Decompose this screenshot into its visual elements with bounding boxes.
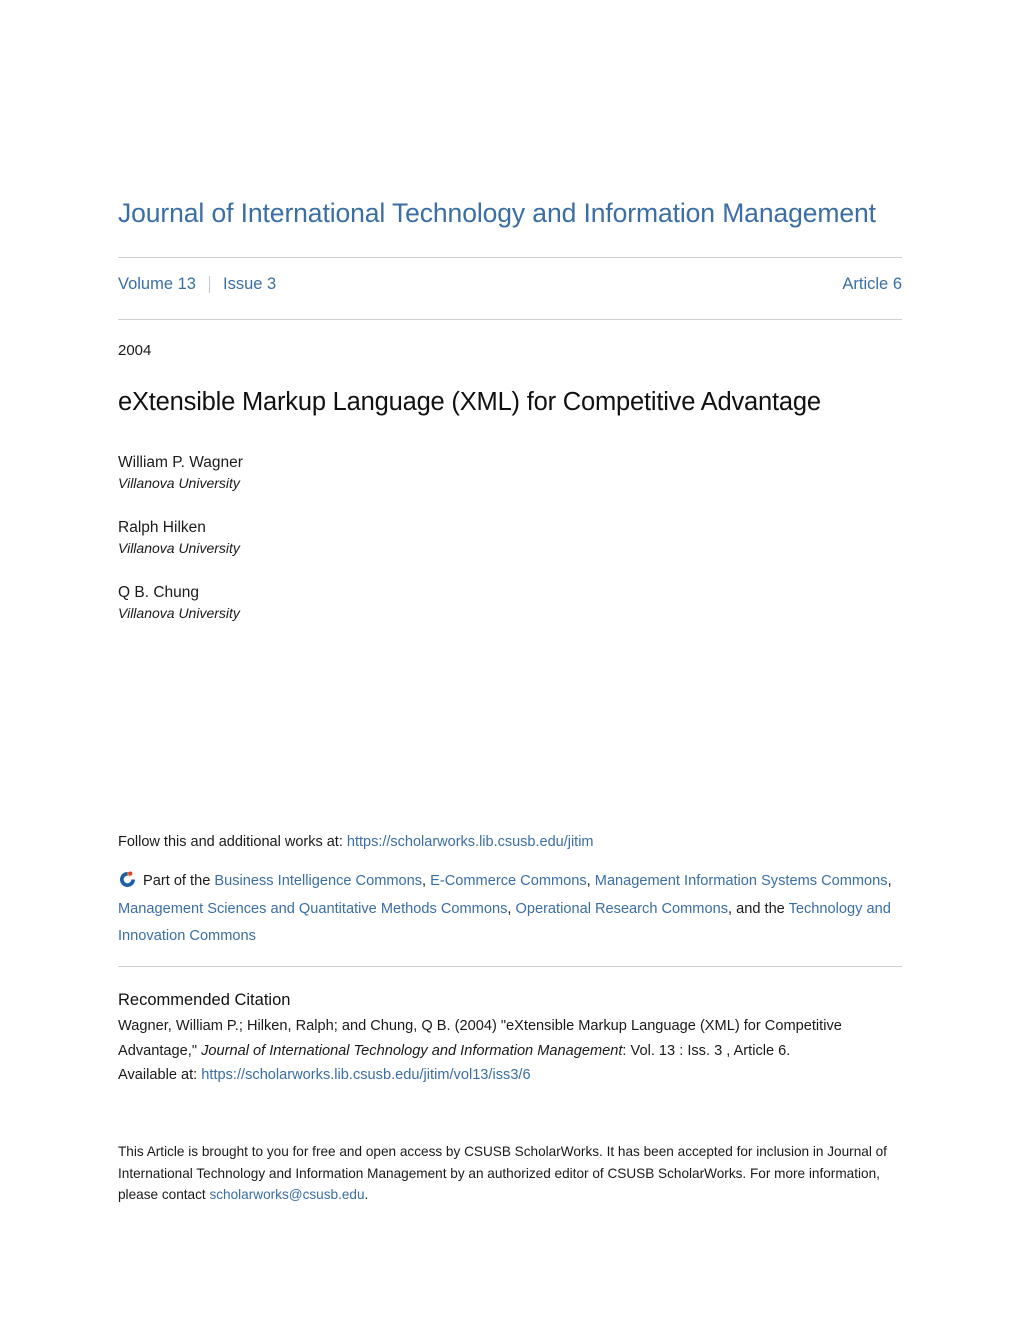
issue-label[interactable]: Issue 3 [223,275,276,294]
recommended-citation-body: Wagner, William P.; Hilken, Ralph; and C… [118,1014,910,1088]
commons-sep: , [586,873,595,889]
commons-link-mis[interactable]: Management Information Systems Commons [595,873,888,889]
divider-above-citation [118,966,902,967]
commons-link-operational-research[interactable]: Operational Research Commons [515,901,728,917]
citation-available-prefix: Available at: [118,1067,202,1083]
commons-subject-list: Part of the Business Intelligence Common… [118,868,910,951]
journal-title: Journal of International Technology and … [118,198,876,228]
issue-row: Volume 13 Issue 3 Article 6 [118,275,902,294]
publication-year: 2004 [118,342,152,359]
follow-prefix: Follow this and additional works at: [118,834,347,850]
author-name: Ralph Hilken [118,519,206,536]
recommended-citation-heading: Recommended Citation [118,991,291,1009]
author-name: William P. Wagner [118,454,243,471]
commons-sep: , [887,873,892,889]
author-list: William P. Wagner Villanova University R… [118,452,902,623]
author-affiliation: Villanova University [118,605,240,621]
citation-available-link[interactable]: https://scholarworks.lib.csusb.edu/jitim… [201,1067,530,1083]
recommended-citation-section: Recommended Citation Wagner, William P.;… [118,988,910,1088]
author-name: Q B. Chung [118,584,199,601]
article-title: eXtensible Markup Language (XML) for Com… [118,388,821,416]
author-affiliation: Villanova University [118,540,240,556]
commons-link-management-sciences[interactable]: Management Sciences and Quantitative Met… [118,901,507,917]
author-affiliation: Villanova University [118,475,240,491]
digital-commons-icon [118,870,137,889]
volume-label[interactable]: Volume 13 [118,275,196,294]
journal-works-link[interactable]: https://scholarworks.lib.csusb.edu/jitim [347,834,594,850]
commons-prefix: Part of the [143,873,215,889]
author-entry: Ralph Hilken Villanova University [118,517,902,558]
issue-left-group: Volume 13 Issue 3 [118,275,276,294]
footer-access-statement: This Article is brought to you for free … [118,1141,902,1206]
article-number-label: Article 6 [842,275,902,293]
commons-last-sep: , and the [728,900,789,917]
commons-sep: , [422,873,431,889]
document-page: Journal of International Technology and … [0,0,1020,1320]
author-entry: William P. Wagner Villanova University [118,452,902,493]
commons-link-business-intelligence[interactable]: Business Intelligence Commons [214,873,422,889]
footer-text-after-email: . [364,1187,369,1202]
citation-journal-name: Journal of International Technology and … [201,1042,623,1059]
follow-works-line: Follow this and additional works at: htt… [118,832,902,852]
top-spacer [118,0,902,196]
author-entry: Q B. Chung Villanova University [118,582,902,623]
divider-under-issue-row [118,319,902,320]
contact-email-link[interactable]: scholarworks@csusb.edu [209,1187,364,1202]
commons-link-ecommerce[interactable]: E-Commerce Commons [430,873,587,889]
citation-locator: : Vol. 13 : Iss. 3 , Article 6. [622,1042,791,1059]
divider-under-journal-title [118,257,902,258]
issue-separator [208,276,210,293]
